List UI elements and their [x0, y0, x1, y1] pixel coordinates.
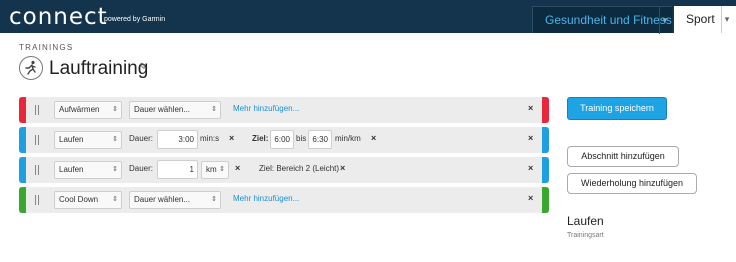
close-icon[interactable]: ×: [528, 133, 533, 143]
tab-gesundheit-fitness-label: Gesundheit und Fitness: [545, 13, 672, 27]
duration-select[interactable]: Dauer wählen... ⇕: [129, 191, 221, 209]
close-icon[interactable]: ×: [235, 163, 240, 173]
step-color-bar: [19, 187, 26, 213]
target-between-label: bis: [296, 134, 307, 143]
step-type-select[interactable]: Aufwärmen ⇕: [54, 101, 122, 119]
drag-handle-icon[interactable]: [35, 195, 39, 205]
updown-arrow-icon: ⇕: [112, 136, 118, 143]
step-color-bar: [542, 127, 549, 153]
step-type-select[interactable]: Cool Down ⇕: [54, 191, 122, 209]
drag-handle-icon[interactable]: [35, 105, 39, 115]
target-unit: min/km: [335, 134, 361, 143]
duration-label: Dauer:: [129, 164, 154, 173]
save-workout-button[interactable]: Training speichern: [567, 97, 667, 120]
add-more-link[interactable]: Mehr hinzufügen...: [233, 104, 299, 113]
duration-select[interactable]: Dauer wählen... ⇕: [129, 101, 221, 119]
target-to-input[interactable]: 6:30: [308, 130, 332, 149]
step-type-value: Aufwärmen: [59, 105, 100, 114]
workout-step-run-time: Laufen ⇕ Dauer: 3:00 min:s × Ziel: 6:00 …: [19, 127, 549, 153]
drag-handle-icon[interactable]: [35, 135, 39, 145]
sport-type-value: Laufen: [567, 214, 604, 228]
target-label: Ziel:: [252, 134, 269, 143]
target-zone-text: Ziel: Bereich 2 (Leicht): [259, 164, 340, 173]
chevron-down-icon[interactable]: ▾: [659, 7, 670, 34]
duration-label: Dauer:: [129, 134, 154, 143]
close-icon[interactable]: ×: [340, 163, 345, 173]
duration-select-value: Dauer wählen...: [134, 195, 191, 204]
close-icon[interactable]: ×: [229, 133, 234, 143]
step-color-bar: [19, 127, 26, 153]
pencil-icon[interactable]: ✎: [139, 62, 147, 73]
step-type-select[interactable]: Laufen ⇕: [54, 161, 122, 179]
tab-sport[interactable]: Sport ▾: [674, 6, 736, 33]
add-step-button[interactable]: Abschnitt hinzufügen: [567, 146, 679, 167]
chevron-down-icon[interactable]: ▾: [721, 6, 732, 33]
step-type-select[interactable]: Laufen ⇕: [54, 131, 122, 149]
running-icon: [19, 56, 43, 80]
add-more-link[interactable]: Mehr hinzufügen...: [233, 194, 299, 203]
step-color-bar: [542, 157, 549, 183]
updown-arrow-icon: ⇕: [219, 166, 225, 173]
duration-input[interactable]: 1: [157, 160, 198, 179]
workout-step-run-distance: Laufen ⇕ Dauer: 1 km ⇕ × Ziel: Bereich 2…: [19, 157, 549, 183]
updown-arrow-icon: ⇕: [211, 196, 217, 203]
drag-handle-icon[interactable]: [35, 165, 39, 175]
powered-by-text: powered by Garmin: [104, 16, 166, 23]
page-title: Lauftraining: [49, 58, 149, 79]
updown-arrow-icon: ⇕: [112, 106, 118, 113]
close-icon[interactable]: ×: [371, 133, 376, 143]
step-type-value: Laufen: [59, 165, 84, 174]
close-icon[interactable]: ×: [528, 103, 533, 113]
workout-step-warmup: Aufwärmen ⇕ Dauer wählen... ⇕ Mehr hinzu…: [19, 97, 549, 123]
step-color-bar: [542, 97, 549, 123]
tab-sport-label: Sport: [686, 12, 715, 26]
duration-input[interactable]: 3:00: [157, 130, 198, 149]
close-icon[interactable]: ×: [528, 163, 533, 173]
sport-type-label: Trainingsart: [567, 232, 604, 239]
unit-select-value: km: [206, 165, 217, 174]
step-color-bar: [542, 187, 549, 213]
updown-arrow-icon: ⇕: [112, 196, 118, 203]
section-label: TRAININGS: [19, 43, 74, 52]
updown-arrow-icon: ⇕: [112, 166, 118, 173]
duration-unit: min:s: [200, 134, 220, 143]
add-repeat-button[interactable]: Wiederholung hinzufügen: [567, 173, 697, 194]
step-color-bar: [19, 97, 26, 123]
updown-arrow-icon: ⇕: [211, 106, 217, 113]
step-type-value: Laufen: [59, 135, 84, 144]
close-icon[interactable]: ×: [528, 193, 533, 203]
top-bar: connect powered by Garmin Gesundheit und…: [0, 0, 736, 34]
duration-select-value: Dauer wählen...: [134, 105, 191, 114]
workout-step-cooldown: Cool Down ⇕ Dauer wählen... ⇕ Mehr hinzu…: [19, 187, 549, 213]
tab-gesundheit-fitness[interactable]: Gesundheit und Fitness ▾: [532, 6, 672, 34]
step-color-bar: [19, 157, 26, 183]
step-type-value: Cool Down: [59, 195, 99, 204]
connect-logo[interactable]: connect: [9, 4, 108, 30]
unit-select[interactable]: km ⇕: [201, 161, 229, 179]
target-from-input[interactable]: 6:00: [270, 130, 294, 149]
